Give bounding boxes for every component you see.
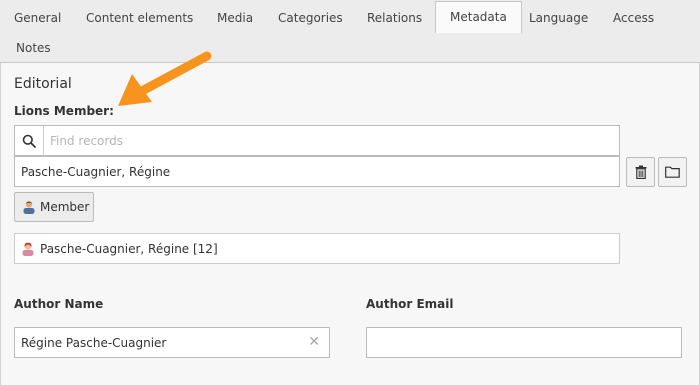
user-icon xyxy=(23,201,35,214)
add-member-button[interactable]: Member xyxy=(14,192,94,222)
member-button-label: Member xyxy=(40,200,90,214)
record-search-field: Find records xyxy=(14,125,620,156)
author-name-label: Author Name xyxy=(14,297,104,311)
selected-records-box[interactable]: Pasche-Cuagnier, Régine xyxy=(14,156,620,187)
tab-media[interactable]: Media xyxy=(203,2,267,32)
browse-button[interactable] xyxy=(658,157,687,187)
trash-icon xyxy=(635,165,646,179)
delete-button[interactable] xyxy=(626,157,655,187)
author-name-field[interactable]: Régine Pasche-Cuagnier ✕ xyxy=(14,327,330,358)
record-label: Pasche-Cuagnier, Régine [12] xyxy=(40,241,218,256)
tab-categories[interactable]: Categories xyxy=(264,2,357,32)
search-icon xyxy=(22,134,36,148)
clear-icon[interactable]: ✕ xyxy=(308,334,320,350)
lions-member-label: Lions Member: xyxy=(14,104,114,118)
user-female-icon xyxy=(22,242,34,256)
tab-metadata[interactable]: Metadata xyxy=(435,1,522,33)
tab-notes[interactable]: Notes xyxy=(2,32,65,62)
tab-general[interactable]: General xyxy=(0,2,75,32)
author-email-field[interactable] xyxy=(366,327,682,358)
section-title: Editorial xyxy=(14,76,72,92)
author-email-label: Author Email xyxy=(366,297,454,311)
selected-record-value: Pasche-Cuagnier, Régine xyxy=(21,165,171,179)
search-input[interactable]: Find records xyxy=(50,134,123,148)
related-record[interactable]: Pasche-Cuagnier, Régine [12] xyxy=(14,233,620,264)
tab-language[interactable]: Language xyxy=(515,2,602,32)
tab-access[interactable]: Access xyxy=(599,2,668,32)
author-name-value: Régine Pasche-Cuagnier xyxy=(21,336,167,350)
tab-content-elements[interactable]: Content elements xyxy=(72,2,207,32)
tab-relations[interactable]: Relations xyxy=(353,2,436,32)
search-button[interactable] xyxy=(15,126,44,155)
folder-icon xyxy=(665,166,680,178)
tab-bar: General Content elements Media Categorie… xyxy=(0,0,700,63)
